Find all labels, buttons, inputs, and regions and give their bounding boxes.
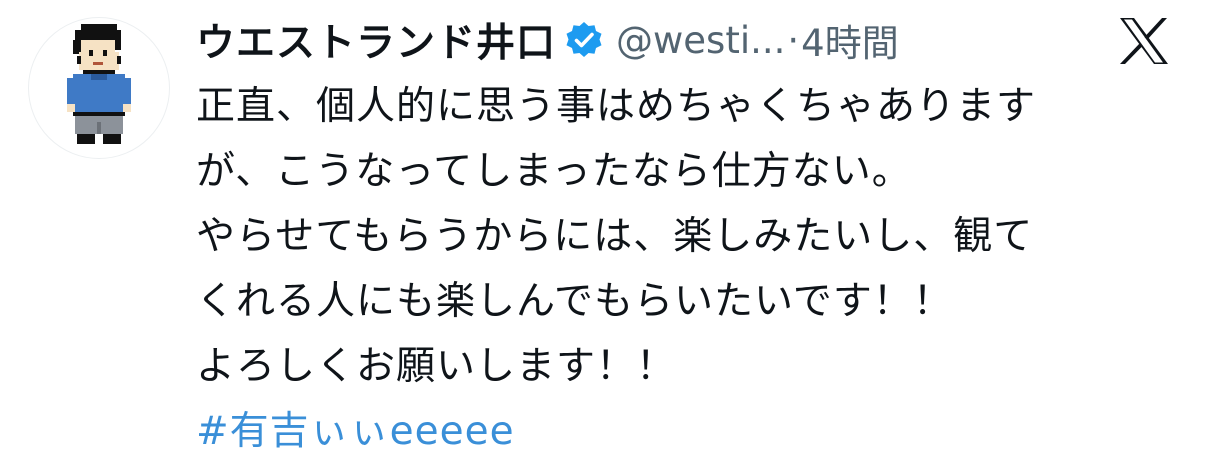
user-handle[interactable]: @westi... (616, 19, 785, 62)
timestamp[interactable]: 4時間 (801, 13, 899, 67)
tweet-line: やらせてもらうからには、楽しみたいし、観て (196, 214, 1034, 259)
tweet-line: 正直、個人的に思う事はめちゃくちゃあります (196, 84, 1037, 129)
pixel-avatar-icon (67, 24, 131, 144)
hashtag-link[interactable]: #有吉ぃぃeeeee (196, 399, 1176, 458)
verified-badge-icon (564, 20, 604, 60)
tweet-line: が、こうなってしまったなら仕方ない。 (196, 149, 912, 194)
display-name[interactable]: ウエストランド井口 (196, 12, 556, 68)
tweet-text: 正直、個人的に思う事はめちゃくちゃあります が、こうなってしまったなら仕方ない。… (196, 74, 1176, 458)
x-logo-icon (1116, 16, 1172, 66)
tweet-header: ウエストランド井口 @westi... · 4時間 (196, 12, 899, 68)
separator-dot: · (787, 18, 800, 62)
tweet-line: よろしくお願いします！！ (196, 344, 677, 389)
tweet-card[interactable]: ウエストランド井口 @westi... · 4時間 正直、個人的に思う事はめちゃ… (0, 0, 1206, 458)
tweet-line: くれる人にも楽しんでもらいたいです！！ (196, 279, 953, 324)
avatar[interactable] (28, 17, 170, 159)
